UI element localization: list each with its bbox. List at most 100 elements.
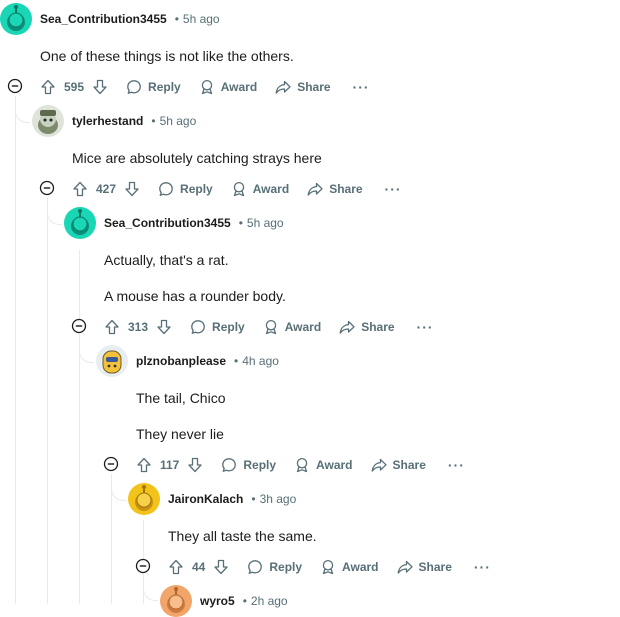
comment-header: Sea_Contribution3455 • 5h ago: [64, 207, 284, 239]
upvote-icon[interactable]: [72, 181, 88, 197]
more-icon[interactable]: ···: [353, 79, 370, 95]
award-button[interactable]: Award: [320, 559, 379, 575]
comment-timestamp[interactable]: 3h ago: [260, 492, 297, 506]
award-icon: [265, 319, 276, 335]
upvote-icon[interactable]: [136, 457, 152, 473]
thread-line: [47, 198, 48, 604]
collapse-icon[interactable]: [39, 180, 55, 196]
avatar[interactable]: [128, 483, 160, 515]
award-button[interactable]: Award: [231, 181, 289, 197]
more-icon[interactable]: ···: [448, 457, 465, 473]
upvote-icon[interactable]: [168, 559, 184, 575]
reply-icon: [127, 80, 141, 94]
action-bar: 117 Reply Award Share ···: [136, 453, 465, 477]
separator-dot: •: [242, 594, 247, 608]
collapse-icon[interactable]: [103, 456, 119, 472]
upvote-icon[interactable]: [104, 319, 120, 335]
collapse-icon[interactable]: [71, 318, 87, 334]
collapse-icon[interactable]: [7, 78, 23, 94]
comment-author[interactable]: wyro5: [200, 594, 235, 608]
separator-dot: •: [251, 492, 256, 506]
collapse-icon[interactable]: [135, 558, 151, 574]
comment-body: They never lie: [136, 426, 224, 442]
award-button[interactable]: Award: [263, 319, 321, 335]
more-icon[interactable]: ···: [417, 319, 434, 335]
comment-author[interactable]: plznobanplease: [136, 354, 226, 368]
avatar[interactable]: [96, 345, 128, 377]
share-label: Share: [329, 182, 363, 196]
share-icon: [339, 320, 355, 334]
reply-label: Reply: [180, 182, 213, 196]
downvote-icon[interactable]: [124, 181, 140, 197]
upvote-icon[interactable]: [40, 79, 56, 95]
award-icon: [322, 559, 334, 575]
action-bar: 44 Reply Award Share ···: [168, 555, 491, 579]
downvote-icon[interactable]: [92, 79, 108, 95]
vote-group: 44: [168, 559, 229, 575]
share-icon: [275, 80, 291, 94]
comment-body: Actually, that's a rat.: [104, 252, 229, 268]
comment-timestamp[interactable]: 5h ago: [183, 12, 220, 26]
award-label: Award: [252, 182, 290, 196]
more-icon[interactable]: ···: [474, 559, 491, 575]
comment-body: A mouse has a rounder body.: [104, 288, 286, 304]
action-bar: 313 Reply Award Share ···: [104, 315, 434, 339]
thread-line: [79, 336, 80, 604]
share-button[interactable]: Share: [307, 181, 363, 197]
comment-timestamp[interactable]: 2h ago: [251, 594, 288, 608]
comment-header: tylerhestand • 5h ago: [32, 105, 196, 137]
comment-author[interactable]: Sea_Contribution3455: [40, 12, 167, 26]
avatar[interactable]: [64, 207, 96, 239]
reply-label: Reply: [148, 80, 181, 94]
comment-body: They all taste the same.: [168, 528, 317, 544]
comment-header: JaironKalach • 3h ago: [128, 483, 296, 515]
share-button[interactable]: Share: [397, 559, 452, 575]
separator-dot: •: [238, 216, 243, 230]
share-label: Share: [297, 80, 331, 94]
award-icon: [296, 457, 308, 473]
thread-line: [15, 96, 16, 604]
reply-button[interactable]: Reply: [247, 559, 302, 575]
reply-button[interactable]: Reply: [126, 79, 181, 95]
avatar[interactable]: [160, 585, 192, 617]
avatar[interactable]: [32, 105, 64, 137]
award-label: Award: [342, 560, 379, 574]
more-icon[interactable]: ···: [385, 181, 402, 197]
reply-label: Reply: [269, 560, 303, 574]
share-button[interactable]: Share: [371, 457, 426, 473]
downvote-icon[interactable]: [213, 559, 229, 575]
avatar[interactable]: [0, 3, 32, 35]
downvote-icon[interactable]: [187, 457, 203, 473]
share-icon: [371, 458, 387, 472]
thread-curve: [47, 210, 62, 225]
comment-author[interactable]: JaironKalach: [168, 492, 243, 506]
award-icon: [233, 181, 244, 197]
vote-score: 595: [64, 80, 85, 94]
share-icon: [397, 560, 413, 574]
vote-group: 117: [136, 457, 203, 473]
thread-curve: [79, 348, 94, 363]
reply-button[interactable]: Reply: [221, 457, 276, 473]
comment-timestamp[interactable]: 5h ago: [160, 114, 197, 128]
comment-timestamp[interactable]: 4h ago: [242, 354, 279, 368]
separator-dot: •: [234, 354, 239, 368]
comment-header: Sea_Contribution3455 • 5h ago: [0, 3, 220, 35]
comment-author[interactable]: tylerhestand: [72, 114, 143, 128]
share-label: Share: [418, 560, 452, 574]
reply-label: Reply: [212, 320, 245, 334]
share-button[interactable]: Share: [339, 319, 395, 335]
share-button[interactable]: Share: [275, 79, 331, 95]
award-label: Award: [284, 320, 322, 334]
comment-timestamp[interactable]: 5h ago: [247, 216, 284, 230]
award-button[interactable]: Award: [294, 457, 353, 473]
reply-label: Reply: [243, 458, 277, 472]
vote-score: 44: [192, 560, 206, 574]
comment-author[interactable]: Sea_Contribution3455: [104, 216, 231, 230]
reply-button[interactable]: Reply: [190, 319, 245, 335]
comment-header: wyro5 • 2h ago: [160, 585, 288, 617]
downvote-icon[interactable]: [156, 319, 172, 335]
award-button[interactable]: Award: [199, 79, 257, 95]
award-label: Award: [316, 458, 353, 472]
thread-curve: [15, 108, 30, 123]
reply-button[interactable]: Reply: [158, 181, 213, 197]
